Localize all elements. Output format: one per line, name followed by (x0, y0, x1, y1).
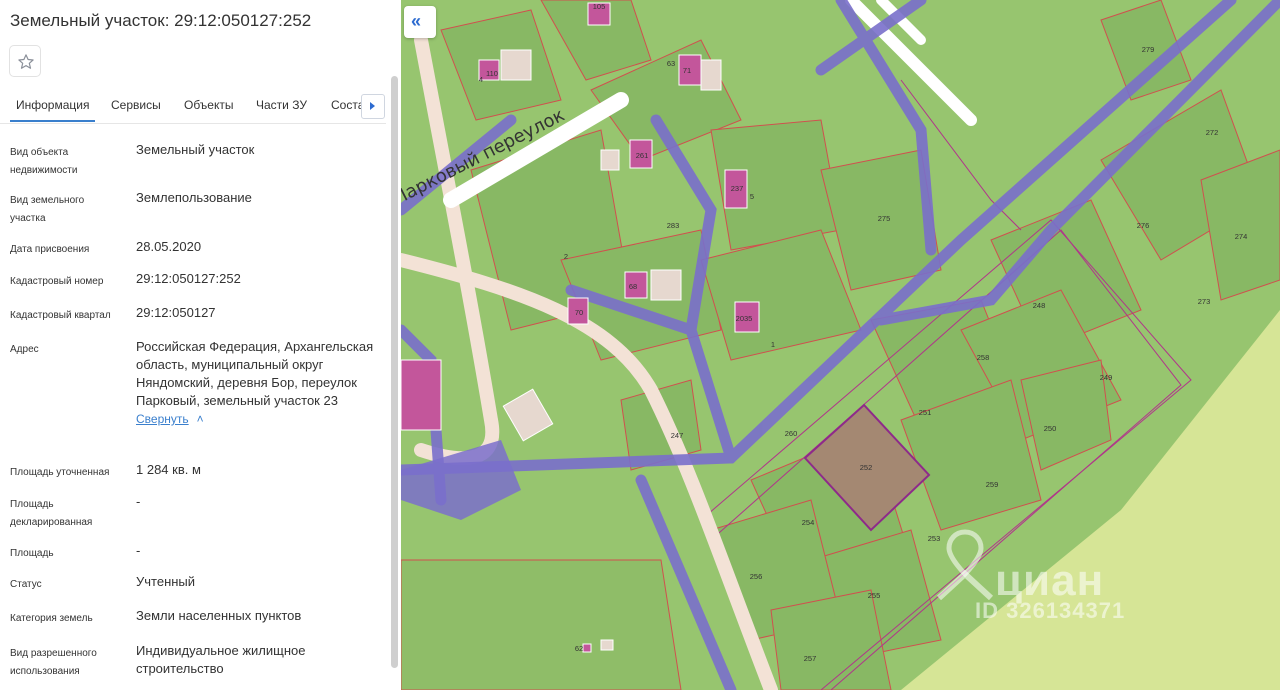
tab-objects[interactable]: Объекты (184, 98, 234, 112)
star-icon (18, 54, 34, 69)
field-label: Дата присвоения (10, 244, 90, 255)
parcel-label: 251 (919, 408, 932, 417)
parcel-label: 247 (671, 431, 684, 440)
field-label: Статус (10, 579, 42, 590)
parcel-label: 275 (878, 214, 891, 223)
field-label: Кадастровый номер (10, 276, 104, 287)
parcel-label: 237 (731, 184, 744, 193)
field-value: Российская Федерация, Архангельская обла… (136, 339, 374, 408)
favorite-button[interactable] (9, 45, 41, 77)
field-label: Площадь (10, 548, 54, 559)
tab-composition[interactable]: Соста (331, 98, 364, 112)
parcel-label: 256 (750, 572, 763, 581)
parcel-label: 254 (802, 518, 815, 527)
field-label: Адрес (10, 344, 39, 355)
map-canvas: Парковый переулок 105 110 4 63 71 261 2 … (401, 0, 1280, 690)
field-label: Вид объекта недвижимости (10, 147, 78, 176)
parcel-label: 68 (629, 282, 637, 291)
field-value: 28.05.2020 (136, 239, 202, 254)
field-value: Учтенный (136, 574, 196, 589)
parcel-label: 5 (750, 192, 754, 201)
collapse-link-label: Свернуть (136, 412, 189, 426)
field-value: - (136, 543, 141, 558)
parcel-label: 257 (804, 654, 817, 663)
parcel-label: 276 (1137, 221, 1150, 230)
parcel-label: 258 (977, 353, 990, 362)
tab-parts[interactable]: Части ЗУ (256, 98, 307, 112)
parcel-label: 260 (785, 429, 798, 438)
parcel-label: 1 (771, 340, 775, 349)
address-block: Российская Федерация, Архангельская обла… (136, 338, 386, 428)
tab-bar: Информация Сервисы Объекты Части ЗУ Сост… (0, 92, 386, 124)
parcel-label: 259 (986, 480, 999, 489)
tab-services[interactable]: Сервисы (111, 98, 161, 112)
parcel-label: 273 (1198, 297, 1211, 306)
parcel-label: 274 (1235, 232, 1248, 241)
field-value: Земли населенных пунктов (136, 608, 302, 623)
page-title: Земельный участок: 29:12:050127:252 (10, 11, 312, 30)
parcel-label: 261 (636, 151, 649, 160)
field-label: Вид земельного участка (10, 195, 85, 224)
collapse-panel-button[interactable]: « (404, 6, 436, 38)
cian-logo-icon (936, 529, 994, 600)
parcel-label: 255 (868, 591, 881, 600)
parcel-label: 110 (486, 69, 498, 78)
collapse-address-link[interactable]: Свернуть ˄ (136, 410, 204, 428)
field-label: Кадастровый квартал (10, 310, 111, 321)
field-value: - (136, 494, 141, 509)
field-label: Вид разрешенного использования (10, 648, 97, 677)
field-label: Площадь декларированная (10, 499, 93, 528)
parcel-label: 249 (1100, 373, 1113, 382)
field-label: Площадь уточненная (10, 467, 110, 478)
cadastral-map[interactable]: Парковый переулок 105 110 4 63 71 261 2 … (401, 0, 1280, 690)
parcel-label: 279 (1142, 45, 1155, 54)
parcel-label: 283 (667, 221, 680, 230)
field-value: 29:12:050127:252 (136, 271, 241, 286)
parcel-label: 252 (860, 463, 873, 472)
field-value: 29:12:050127 (136, 305, 216, 320)
parcel-label: 248 (1033, 301, 1046, 310)
field-value: Землепользование (136, 190, 252, 205)
double-chevron-left-icon: « (411, 11, 422, 31)
field-label: Категория земель (10, 613, 93, 624)
tab-information[interactable]: Информация (9, 98, 97, 122)
parcel-label: 250 (1044, 424, 1057, 433)
parcel-label: 63 (667, 59, 675, 68)
parcel-label: 70 (575, 308, 583, 317)
parcel-label: 62 (575, 644, 583, 653)
field-value: Индивидуальное жилищное строительство (136, 643, 306, 676)
parcel-label: 272 (1206, 128, 1219, 137)
chevron-right-icon (370, 102, 375, 110)
field-value: Земельный участок (136, 142, 255, 157)
tabs-next-button[interactable] (361, 94, 385, 119)
field-value: 1 284 кв. м (136, 462, 201, 477)
chevron-up-icon: ˄ (196, 412, 204, 426)
parcel-label: 2035 (736, 314, 753, 323)
watermark-id: ID 326134371 (975, 598, 1126, 623)
parcel-label: 71 (683, 66, 691, 75)
parcel-label: 105 (593, 2, 606, 11)
parcel-label: 2 (564, 252, 568, 261)
panel-scrollbar[interactable] (391, 76, 398, 668)
parcel-label: 4 (479, 75, 483, 84)
info-panel: Земельный участок: 29:12:050127:252 Инфо… (0, 0, 401, 690)
